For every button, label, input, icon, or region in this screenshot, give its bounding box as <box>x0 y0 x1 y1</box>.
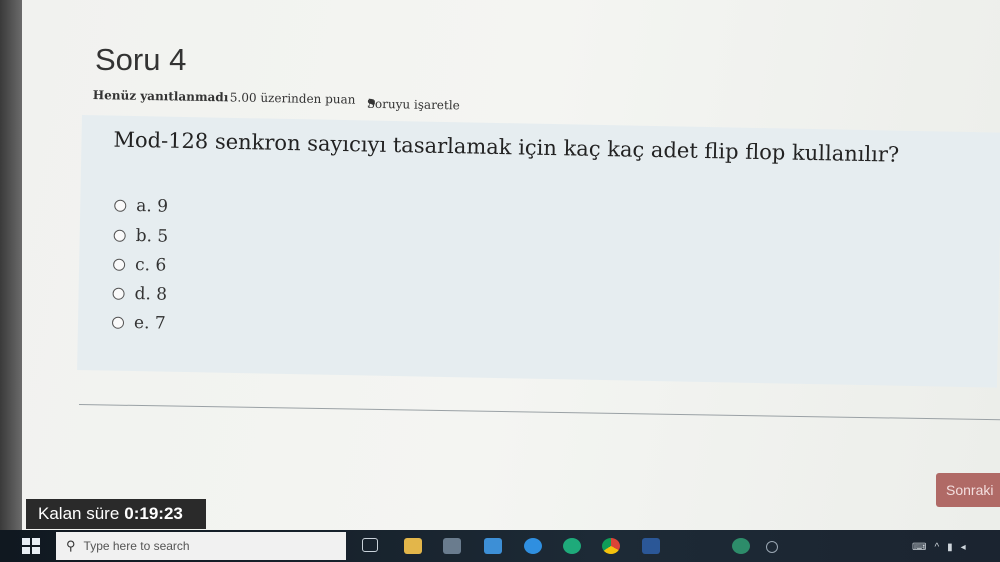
edge-legacy-icon[interactable] <box>524 538 542 554</box>
flag-question-label: Soruyu işaretle <box>366 96 460 113</box>
radio-button[interactable] <box>114 199 127 212</box>
question-title: Soru 4 <box>95 42 187 77</box>
people-icon[interactable] <box>766 541 778 553</box>
network-icon[interactable]: ▮ <box>947 542 953 553</box>
maps-icon[interactable] <box>732 538 750 554</box>
answer-option-d[interactable]: d. 8 <box>112 282 167 307</box>
monitor-bezel <box>0 0 22 530</box>
windows-start-icon[interactable] <box>22 538 40 554</box>
search-placeholder: Type here to search <box>83 539 190 553</box>
quiz-page: Soru 4 Henüz yanıtlanmadı 5.00 üzerinden… <box>22 0 1000 530</box>
answer-label: c. 6 <box>134 255 167 276</box>
radio-button[interactable] <box>111 316 125 329</box>
keyboard-icon[interactable]: ⌨ <box>912 542 926 553</box>
answer-option-e[interactable]: e. 7 <box>111 311 166 336</box>
answer-label: a. 9 <box>136 196 169 217</box>
answer-option-a[interactable]: a. 9 <box>114 194 168 219</box>
answer-label: e. 7 <box>133 313 166 334</box>
question-status: Henüz yanıtlanmadı <box>92 88 229 105</box>
chrome-icon[interactable] <box>602 538 620 554</box>
edge-icon[interactable] <box>563 538 581 554</box>
word-icon[interactable] <box>642 538 660 554</box>
remaining-time-block: Kalan süre 0:19:23 <box>26 499 206 529</box>
next-button[interactable]: Sonraki <box>936 473 1000 507</box>
search-icon: ⚲ <box>66 538 76 553</box>
timer-label: Kalan süre <box>38 504 120 523</box>
system-tray: ⌨ ^ ▮ ◂ <box>912 540 1000 554</box>
question-content: Mod-128 senkron sayıcıyı tasarlamak için… <box>77 115 1000 388</box>
task-view-icon[interactable] <box>362 538 378 552</box>
store-icon[interactable] <box>443 538 461 554</box>
taskbar-search-box[interactable]: ⚲ Type here to search <box>56 532 346 560</box>
file-explorer-icon[interactable] <box>404 538 422 554</box>
timer-value: 0:19:23 <box>124 504 183 523</box>
show-hidden-icons-icon[interactable]: ^ <box>934 542 939 553</box>
answer-option-c[interactable]: c. 6 <box>113 253 167 278</box>
radio-button[interactable] <box>113 258 126 271</box>
volume-icon[interactable]: ◂ <box>961 542 966 553</box>
screen: Soru 4 Henüz yanıtlanmadı 5.00 üzerinden… <box>0 0 1000 562</box>
radio-button[interactable] <box>112 287 125 300</box>
answer-option-b[interactable]: b. 5 <box>113 224 168 249</box>
windows-taskbar: ⚲ Type here to search ⌨ ^ ▮ ◂ <box>0 530 1000 562</box>
answer-label: d. 8 <box>134 284 168 305</box>
radio-button[interactable] <box>113 229 126 242</box>
question-points: 5.00 üzerinden puan <box>229 90 356 107</box>
mail-icon[interactable] <box>484 538 502 554</box>
answer-label: b. 5 <box>135 226 169 247</box>
question-text: Mod-128 senkron sayıcıyı tasarlamak için… <box>113 127 900 167</box>
divider <box>78 404 1000 421</box>
